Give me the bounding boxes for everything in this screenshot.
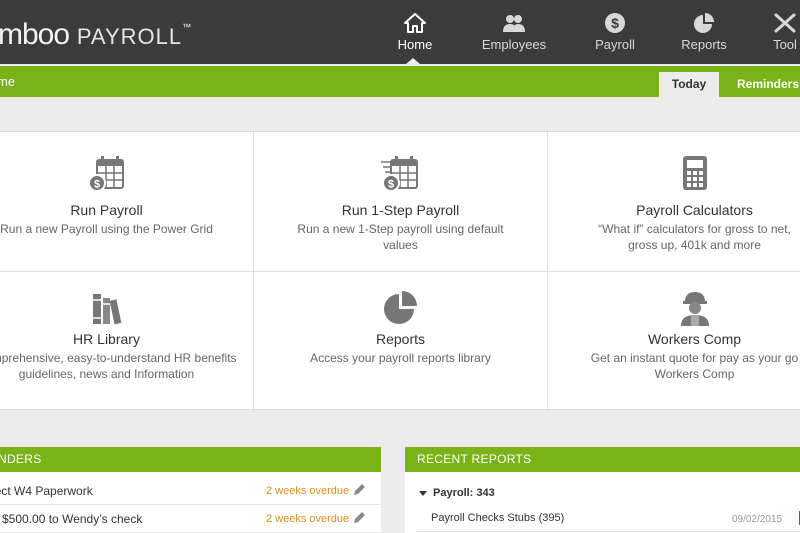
logo-product: PAYROLL [76, 24, 183, 49]
nav-tools-label: Tool [773, 37, 797, 52]
tile-workers-comp[interactable]: Workers Comp Get an instant quote for pa… [548, 272, 800, 411]
report-group-toggle[interactable]: Payroll: 343 [419, 487, 495, 499]
logo-trademark: ™ [182, 22, 191, 32]
reminder-text: d $500.00 to Wendy’s check [0, 512, 143, 526]
nav-reports[interactable]: Reports [659, 0, 749, 64]
tile-title: Run Payroll [70, 202, 143, 218]
recent-reports-panel: RECENT REPORTS Payroll: 343 Payroll Chec… [405, 447, 800, 533]
tile-description: Run a new Payroll using the Power Grid [0, 222, 213, 236]
calculator-icon [682, 156, 707, 190]
tile-description: Comprehensive, easy-to-understand HR ben… [0, 351, 237, 381]
fast-calendar-dollar-icon: $ [380, 156, 418, 192]
tile-description: Get an instant quote for pay as your go … [590, 351, 799, 381]
report-group-label: Payroll: 343 [433, 487, 495, 499]
active-nav-indicator [406, 58, 420, 64]
nav-employees-label: Employees [481, 37, 547, 52]
tab-reminders[interactable]: Reminders [728, 72, 800, 97]
nav-reports-label: Reports [681, 37, 727, 52]
edit-pencil-icon[interactable] [352, 483, 366, 497]
tile-run-1-step-payroll[interactable]: $ Run 1-Step Payroll Run a new 1-Step pa… [254, 132, 547, 271]
svg-text:$: $ [387, 179, 393, 191]
recent-reports-header: RECENT REPORTS [405, 447, 800, 472]
nav-tools[interactable]: Tool [750, 0, 800, 64]
worker-icon [680, 292, 709, 326]
tile-hr-library[interactable]: HR Library Comprehensive, easy-to-unders… [0, 272, 253, 411]
calendar-dollar-icon: $ [87, 156, 124, 192]
svg-text:$: $ [93, 179, 99, 191]
reminder-status: 2 weeks overdue [266, 485, 350, 497]
tile-run-payroll[interactable]: $ Run Payroll Run a new Payroll using th… [0, 132, 253, 271]
tab-today[interactable]: Today [659, 72, 719, 97]
top-nav-bar: mboo PAYROLL™ Home Employees $ Payroll R… [0, 0, 800, 64]
books-icon [92, 294, 121, 325]
home-icon [404, 13, 426, 33]
tile-description: Run a new 1-Step payroll using default v… [297, 222, 504, 252]
nav-payroll-label: Payroll [595, 37, 635, 52]
nav-employees[interactable]: Employees [469, 0, 559, 64]
dollar-icon: $ [605, 13, 625, 33]
logo-brand: mboo [0, 18, 70, 51]
tile-title: Run 1-Step Payroll [341, 202, 460, 218]
pie-chart-icon [694, 13, 714, 33]
reminders-panel: NDERS lect W4 Paperwork 2 weeks overdue … [0, 447, 381, 533]
page-title: me [0, 74, 16, 89]
report-date: 09/02/2015 [732, 514, 783, 525]
nav-payroll[interactable]: $ Payroll [570, 0, 660, 64]
report-link[interactable]: Payroll Checks Stubs (395) [431, 512, 564, 524]
caret-down-icon [419, 490, 427, 496]
tile-title: Reports [375, 331, 426, 347]
tile-payroll-calculators[interactable]: Payroll Calculators “What if” calculator… [548, 132, 800, 271]
svg-text:$: $ [611, 15, 619, 31]
tile-title: Payroll Calculators [636, 202, 753, 218]
tile-description: “What if” calculators for gross to net, … [598, 222, 791, 252]
pie-chart-icon [383, 291, 417, 324]
page-title-bar: me Today Reminders [0, 66, 800, 97]
nav-home[interactable]: Home [370, 0, 460, 64]
reminder-status: 2 weeks overdue [266, 513, 350, 525]
reminder-row[interactable]: d $500.00 to Wendy’s check 2 weeks overd… [0, 505, 381, 533]
row-divider [417, 531, 800, 532]
edit-pencil-icon[interactable] [352, 511, 366, 525]
app-logo[interactable]: mboo PAYROLL™ [0, 18, 191, 52]
tile-description: Access your payroll reports library [310, 351, 491, 365]
action-tiles-grid: $ Run Payroll Run a new Payroll using th… [0, 131, 800, 411]
users-icon [503, 15, 525, 32]
nav-home-label: Home [397, 37, 433, 52]
tile-reports[interactable]: Reports Access your payroll reports libr… [254, 272, 547, 411]
reminder-text: lect W4 Paperwork [0, 484, 93, 498]
reminders-panel-header: NDERS [0, 447, 381, 472]
reminder-row[interactable]: lect W4 Paperwork 2 weeks overdue [0, 477, 381, 505]
tile-title: HR Library [73, 331, 140, 347]
tile-title: Workers Comp [647, 331, 742, 347]
tools-icon [774, 13, 796, 33]
